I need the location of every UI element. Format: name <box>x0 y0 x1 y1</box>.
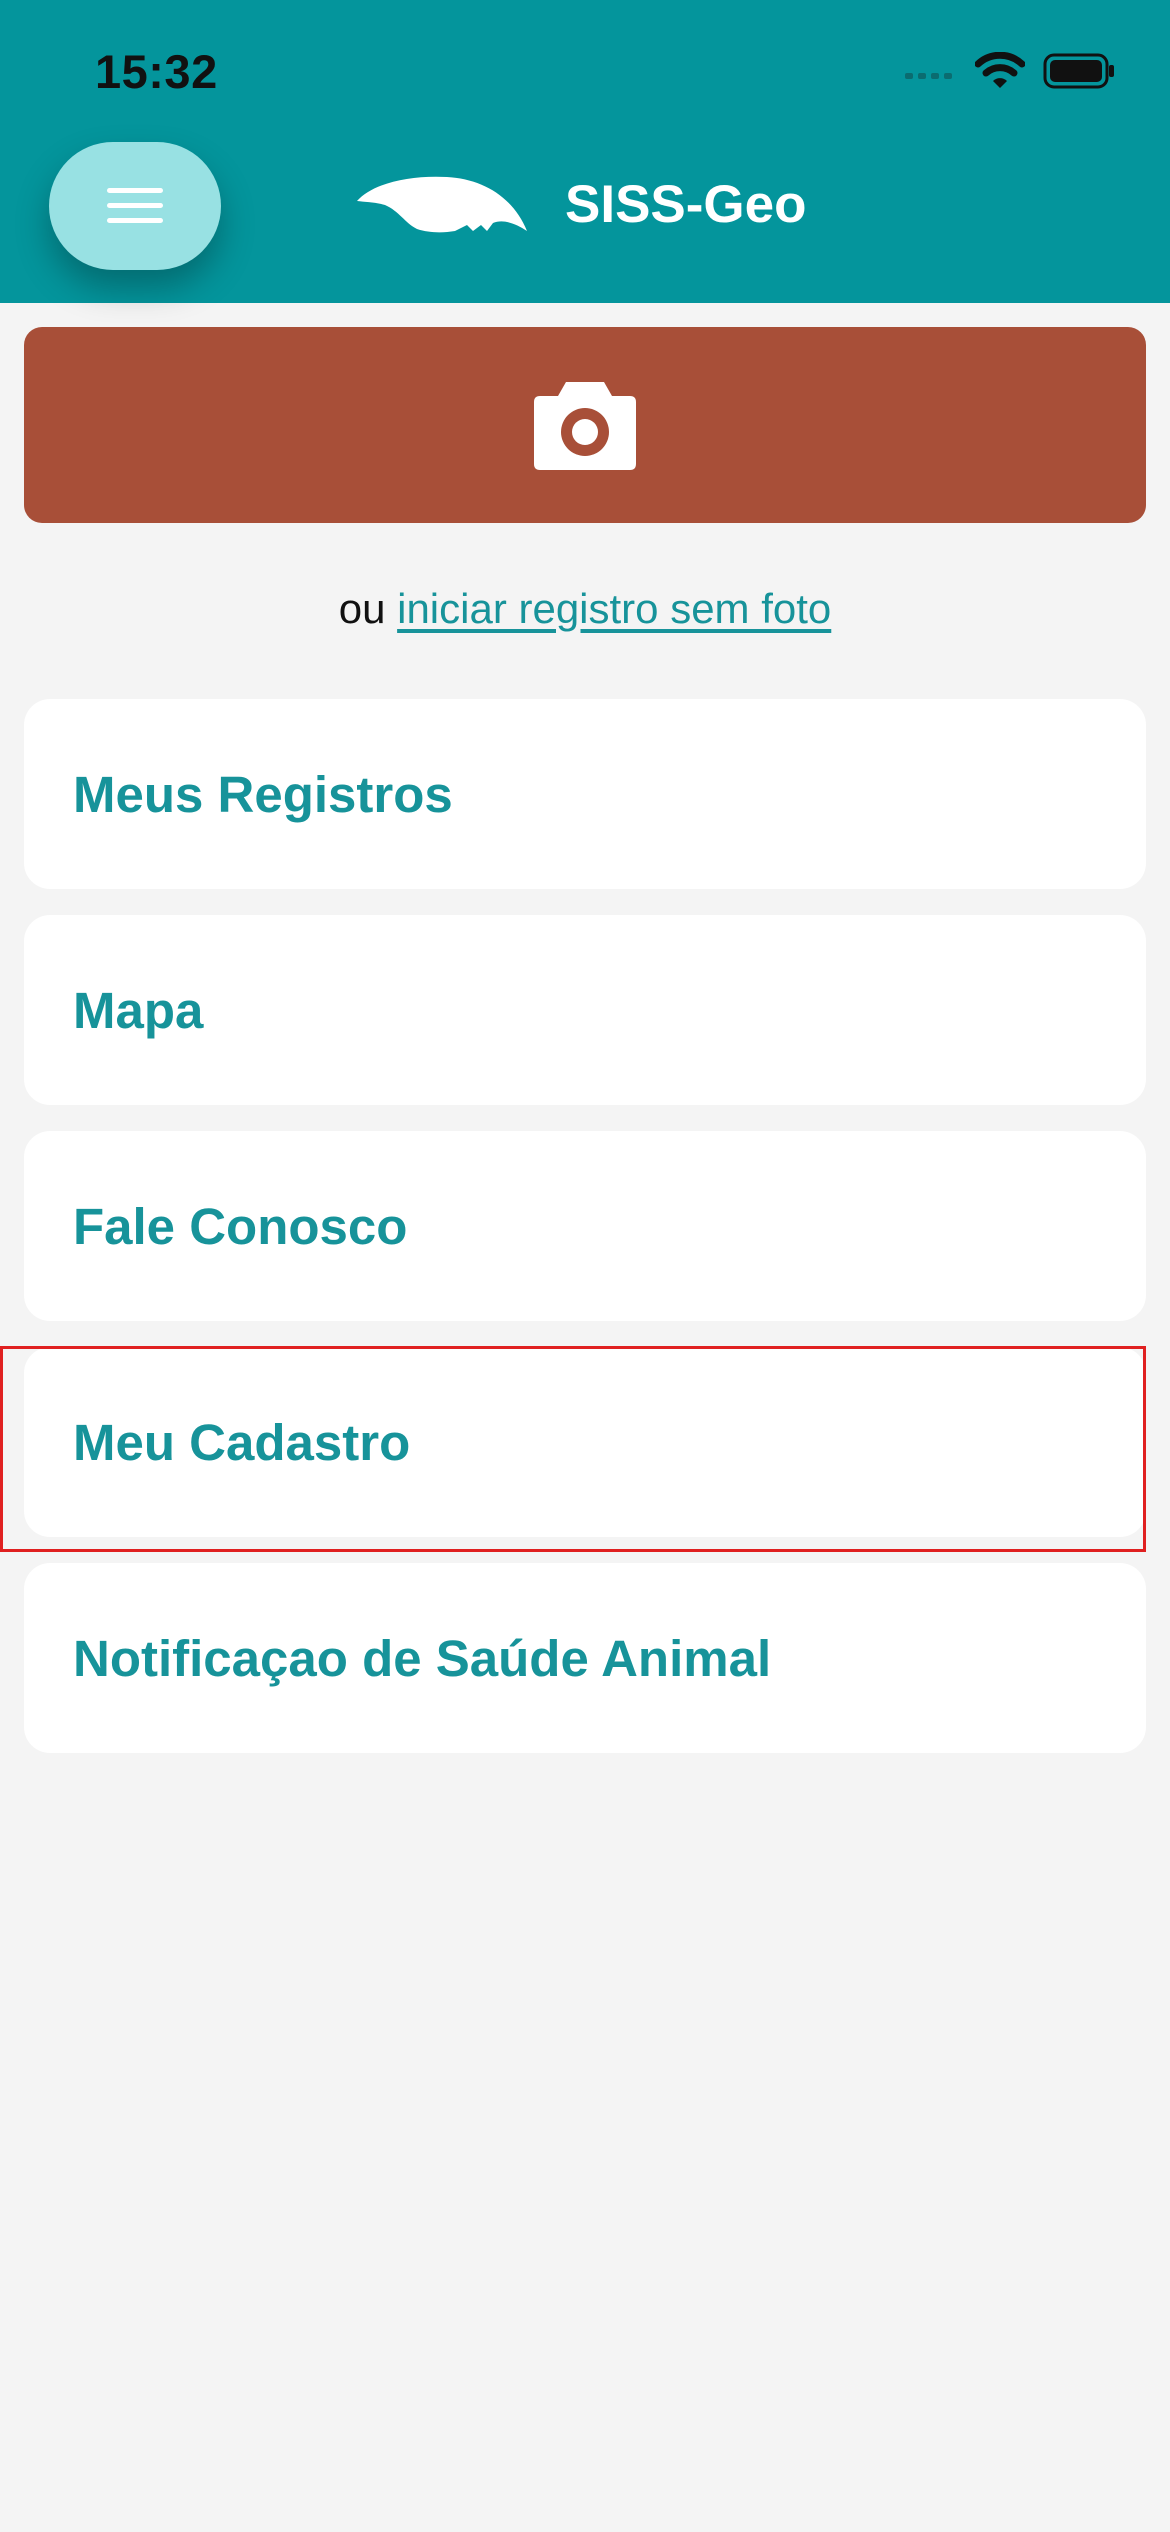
menu-item-meus-registros[interactable]: Meus Registros <box>24 699 1146 889</box>
menu-item-fale-conosco[interactable]: Fale Conosco <box>24 1131 1146 1321</box>
start-without-photo-link[interactable]: iniciar registro sem foto <box>397 585 831 632</box>
menu-button[interactable] <box>49 142 221 270</box>
anteater-logo-icon <box>357 176 527 233</box>
menu-item-mapa[interactable]: Mapa <box>24 915 1146 1105</box>
menu-item-notificacao-saude-animal[interactable]: Notificaçao de Saúde Animal <box>24 1563 1146 1753</box>
menu-item-label: Notificaçao de Saúde Animal <box>73 1629 772 1687</box>
cellular-signal-icon <box>905 73 952 79</box>
camera-icon <box>534 382 636 470</box>
no-photo-prefix: ou <box>338 585 386 632</box>
hamburger-icon <box>107 188 163 223</box>
menu-item-label: Fale Conosco <box>73 1197 408 1255</box>
take-photo-button[interactable] <box>24 327 1146 523</box>
wifi-icon <box>975 52 1025 88</box>
status-icons <box>905 52 1115 90</box>
menu-item-meu-cadastro[interactable]: Meu Cadastro <box>24 1347 1146 1537</box>
no-photo-line: ou iniciar registro sem foto <box>0 585 1170 633</box>
menu-item-label: Mapa <box>73 981 204 1039</box>
battery-icon <box>1043 53 1114 89</box>
menu-item-label: Meus Registros <box>73 765 453 823</box>
menu-item-label: Meu Cadastro <box>73 1413 411 1471</box>
app-title: SISS-Geo <box>565 175 807 234</box>
app-header: 15:32 SISS-Geo <box>0 0 1170 303</box>
status-time: 15:32 <box>95 45 218 98</box>
